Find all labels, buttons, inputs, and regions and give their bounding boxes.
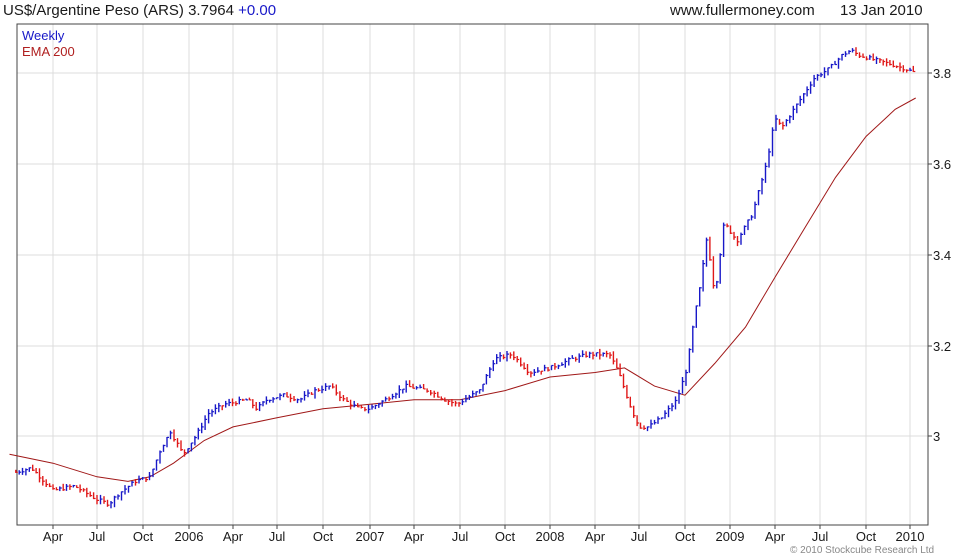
- axis-ticks: Apr Jul Oct 2006 Apr Jul Oct 2007 Apr Jul Oct 2008 A…: [43, 66, 951, 544]
- x-tick-label: Apr: [765, 529, 786, 544]
- x-tick-label: Apr: [404, 529, 425, 544]
- y-tick-label: 3.2: [933, 339, 951, 354]
- x-tick-label: 2009: [716, 529, 745, 544]
- x-tick-label: Apr: [585, 529, 606, 544]
- x-tick-label: Oct: [675, 529, 696, 544]
- x-tick-label: Oct: [313, 529, 334, 544]
- y-tick-label: 3.4: [933, 248, 951, 263]
- plot-frame: [16, 23, 929, 526]
- x-tick-label: 2010: [896, 529, 925, 544]
- y-tick-label: 3.6: [933, 157, 951, 172]
- x-tick-label: Oct: [133, 529, 154, 544]
- x-tick-label: Oct: [856, 529, 877, 544]
- x-tick-label: Jul: [812, 529, 829, 544]
- x-tick-label: 2006: [175, 529, 204, 544]
- x-tick-label: 2008: [536, 529, 565, 544]
- price-chart: Apr Jul Oct 2006 Apr Jul Oct 2007 Apr Jul Oct 2008 A…: [9, 23, 951, 544]
- ema-line: [9, 97, 916, 482]
- x-tick-label: Apr: [223, 529, 244, 544]
- x-tick-label: Apr: [43, 529, 64, 544]
- x-tick-label: Jul: [89, 529, 106, 544]
- x-tick-label: Jul: [631, 529, 648, 544]
- x-tick-label: Jul: [452, 529, 469, 544]
- x-tick-label: 2007: [356, 529, 385, 544]
- copyright-text: © 2010 Stockcube Research Ltd: [790, 545, 935, 556]
- x-tick-label: Jul: [269, 529, 286, 544]
- price-bars: [15, 47, 916, 509]
- y-tick-label: 3: [933, 429, 940, 444]
- legend-ema: EMA 200: [22, 44, 75, 59]
- legend-weekly: Weekly: [22, 28, 65, 43]
- grid-lines: [17, 24, 928, 525]
- x-tick-label: Oct: [495, 529, 516, 544]
- y-tick-label: 3.8: [933, 66, 951, 81]
